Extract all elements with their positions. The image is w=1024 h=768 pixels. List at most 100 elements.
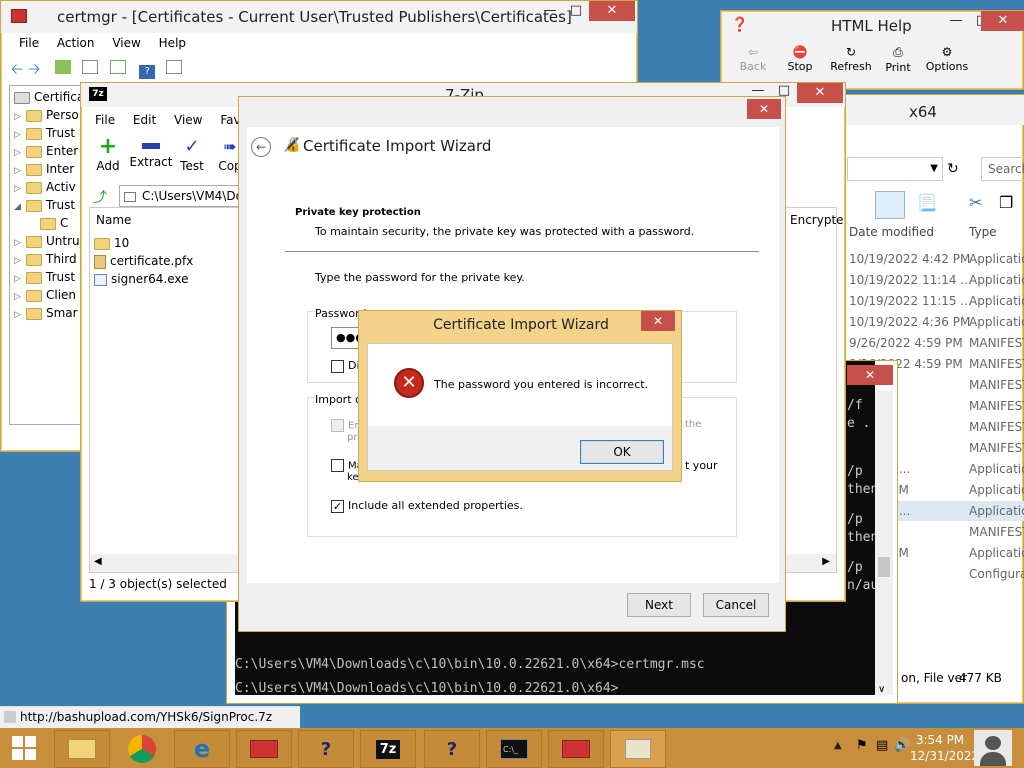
wizard-close-button[interactable]: ✕	[747, 99, 781, 119]
show-hide-tree-icon[interactable]	[81, 60, 98, 74]
ok-button[interactable]: OK	[580, 440, 664, 464]
back-arrow-icon[interactable]: 🡠	[11, 60, 23, 78]
menu-file[interactable]: File	[95, 113, 115, 127]
header-type[interactable]: Type	[969, 225, 997, 239]
console-close-button[interactable]: ✕	[847, 365, 893, 385]
tree-item[interactable]: ▷ Activ	[14, 178, 80, 196]
taskbar-help[interactable]: ?	[298, 730, 354, 768]
console-scroll-thumb[interactable]	[878, 557, 890, 577]
help-stop-button[interactable]: ⛔ Stop	[785, 45, 815, 73]
help-print-button[interactable]: ⎙ Print	[883, 45, 913, 74]
taskbar-chrome[interactable]	[114, 730, 170, 768]
scissors-icon[interactable]: ✂	[969, 193, 982, 212]
menu-action[interactable]: Action	[57, 36, 95, 50]
scroll-right-icon[interactable]: ▶	[822, 556, 830, 567]
table-row[interactable]: 10/19/2022 4:42 PMApplication	[847, 249, 1024, 269]
row-type: Application	[969, 294, 1024, 308]
taskbar-cmd[interactable]: C:\_	[486, 730, 542, 768]
close-button[interactable]: ✕	[589, 1, 635, 21]
tree-item[interactable]: ▷ Trust	[14, 268, 80, 286]
export-icon[interactable]	[110, 60, 127, 74]
tree-item[interactable]: ▷ Perso	[14, 106, 80, 124]
test-button[interactable]: ✓ Test	[177, 135, 207, 173]
error-dialog-title: Certificate Import Wizard	[433, 317, 609, 333]
taskbar-wizard[interactable]	[610, 730, 666, 768]
table-row[interactable]: 10/19/2022 4:36 PMApplication	[847, 312, 1024, 332]
checkboxes-icon[interactable]: 📃	[917, 193, 937, 212]
help-options-button[interactable]: ⚙ Options	[925, 45, 969, 73]
table-row[interactable]: 10/19/2022 11:14 ...Application	[847, 270, 1024, 290]
list-item[interactable]: certificate.pfx	[94, 254, 193, 269]
maximize-button[interactable]: □	[563, 1, 589, 21]
tree-item[interactable]: ◢ Trust	[14, 196, 80, 214]
tree-item[interactable]: Certifica	[14, 88, 80, 106]
tree-item[interactable]: ▷ Trust	[14, 124, 80, 142]
tree-item[interactable]: ▷ Enter	[14, 142, 80, 160]
column-header-encrypted[interactable]: Encrypte	[790, 213, 844, 227]
cancel-button[interactable]: Cancel	[703, 593, 769, 617]
next-button[interactable]: Next	[627, 593, 691, 617]
copy-icon[interactable]: ❐	[999, 193, 1013, 212]
help-icon: ?	[320, 738, 332, 760]
explorer-search-input[interactable]: Search	[981, 157, 1024, 181]
explorer-address-bar[interactable]: ▼	[847, 157, 943, 181]
tree-item-selected[interactable]: C	[14, 214, 80, 232]
taskbar-explorer[interactable]	[54, 730, 110, 768]
minimize-button[interactable]: —	[537, 1, 563, 21]
menu-view[interactable]: View	[174, 113, 202, 127]
header-date[interactable]: Date modified	[849, 225, 934, 239]
taskbar-certmgr[interactable]	[236, 730, 292, 768]
table-row[interactable]: 10/19/2022 11:15 ...Application	[847, 291, 1024, 311]
network-icon[interactable]: ▤	[876, 738, 888, 753]
row-type: MANIFEST	[969, 525, 1024, 539]
start-button[interactable]	[0, 728, 48, 768]
close-button[interactable]: ✕	[797, 83, 843, 103]
tree-item[interactable]: ▷ Third	[14, 250, 80, 268]
volume-icon[interactable]: 🔊	[894, 738, 910, 753]
include-extended-checkbox[interactable]: ✓ Include all extended properties.	[331, 499, 523, 513]
drive-icon	[124, 191, 136, 202]
scroll-down-icon[interactable]: ∨	[878, 684, 885, 695]
close-button[interactable]: ✕	[981, 11, 1024, 31]
taskbar-7zip[interactable]: 7z	[360, 730, 416, 768]
table-row[interactable]: 9/26/2022 4:59 PM MANIFEST	[847, 333, 1024, 353]
show-hidden-icons-icon[interactable]: ▲	[834, 740, 842, 751]
console-scrollbar[interactable]: ∨	[875, 391, 893, 695]
list-item[interactable]: signer64.exe	[94, 272, 189, 286]
enable-protection-checkbox[interactable]: En pri	[331, 419, 361, 443]
menu-view[interactable]: View	[112, 36, 140, 50]
help-refresh-button[interactable]: ↻ Refresh	[829, 45, 873, 73]
explorer-title: x64	[909, 103, 937, 121]
up-folder-icon[interactable]: ⤴	[93, 187, 107, 207]
error-dialog-close-button[interactable]: ✕	[641, 311, 675, 331]
extract-button[interactable]: Extract	[129, 135, 173, 169]
sevenzip-path-field[interactable]: C:\Users\VM4\Do	[119, 185, 239, 207]
certmgr-title: certmgr - [Certificates - Current User\T…	[57, 8, 572, 26]
tree-item[interactable]: ▷ Smar	[14, 304, 80, 322]
wizard-back-button[interactable]: ←	[251, 137, 271, 157]
minimize-button[interactable]: —	[943, 11, 969, 31]
help-icon[interactable]: ?	[139, 65, 156, 79]
user-avatar[interactable]	[974, 730, 1012, 766]
clock[interactable]: 3:54 PM 12/31/2022	[910, 732, 979, 764]
scroll-left-icon[interactable]: ◀	[94, 556, 102, 567]
tree-item[interactable]: ▷ Clien	[14, 286, 80, 304]
add-button[interactable]: + Add	[93, 135, 123, 174]
taskbar-ie[interactable]: e	[174, 730, 230, 768]
forward-arrow-icon[interactable]: 🡢	[28, 60, 40, 78]
list-item[interactable]: 10	[94, 236, 129, 250]
menu-edit[interactable]: Edit	[133, 113, 156, 127]
menu-help[interactable]: Help	[159, 36, 186, 50]
taskbar-certmgr2[interactable]	[548, 730, 604, 768]
tree-item[interactable]: ▷ Untru	[14, 232, 80, 250]
help-back-button[interactable]: ⇦ Back	[739, 45, 767, 73]
column-header-name[interactable]: Name	[96, 213, 131, 227]
up-folder-icon[interactable]	[54, 60, 71, 74]
taskbar-help2[interactable]: ?	[424, 730, 480, 768]
action-center-icon[interactable]: ⚑	[856, 738, 868, 753]
preview-pane-icon[interactable]	[875, 191, 905, 219]
tree-item[interactable]: ▷ Inter	[14, 160, 80, 178]
refresh-icon[interactable]: ↻	[947, 161, 959, 177]
menu-file[interactable]: File	[19, 36, 39, 50]
properties-icon[interactable]	[166, 60, 183, 74]
